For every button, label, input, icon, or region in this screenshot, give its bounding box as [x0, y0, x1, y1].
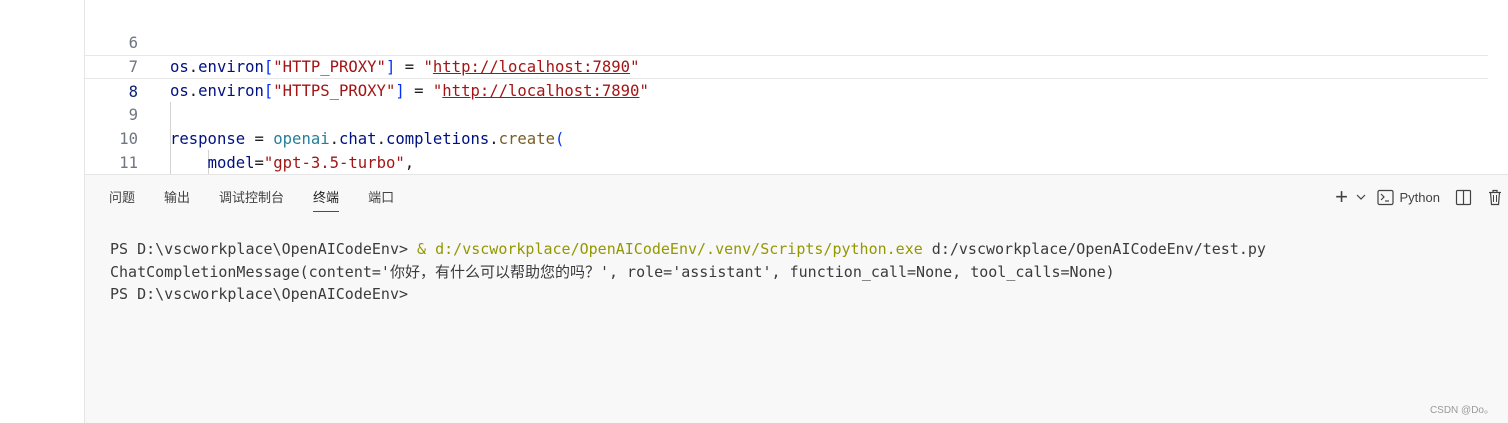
terminal-icon: [1376, 189, 1394, 205]
split-terminal-icon[interactable]: [1452, 189, 1474, 206]
code-line[interactable]: 6 os.environ["HTTP_PROXY"] = "http://loc…: [85, 7, 1488, 76]
panel-tabs: 问题 输出 调试控制台 终端 端口: [109, 189, 423, 212]
tab-output[interactable]: 输出: [164, 189, 190, 212]
code-line[interactable]: 7 os.environ["HTTPS_PROXY"] = "http://lo…: [85, 31, 1488, 100]
code-line[interactable]: 11 messages=[: [85, 127, 1488, 172]
panel-actions: + Python: [1331, 185, 1508, 209]
tab-problems[interactable]: 问题: [109, 189, 135, 212]
terminal-line: PS D:\vscworkplace\OpenAICodeEnv>: [110, 285, 409, 303]
bottom-panel: 问题 输出 调试控制台 终端 端口 + Python PS D:\vscwork…: [85, 174, 1508, 423]
tab-terminal[interactable]: 终端: [313, 189, 340, 212]
tab-ports[interactable]: 端口: [368, 189, 394, 212]
watermark: CSDN @Do。: [1429, 405, 1494, 416]
code-line[interactable]: 12 {: [85, 151, 1488, 174]
terminal-line: PS D:\vscworkplace\OpenAICodeEnv> & d:/v…: [110, 240, 1266, 258]
terminal-name: Python: [1399, 189, 1440, 205]
code-line[interactable]: 9 response = openai.chat.completions.cre…: [85, 79, 1488, 148]
chevron-down-icon[interactable]: [1353, 192, 1369, 202]
terminal-line: ChatCompletionMessage(content='你好，有什么可以帮…: [110, 262, 1115, 281]
new-terminal-plus-icon[interactable]: +: [1331, 186, 1353, 208]
trash-icon[interactable]: [1484, 189, 1506, 206]
code-line[interactable]: 10 model="gpt-3.5-turbo",: [85, 103, 1488, 172]
tab-debug-console[interactable]: 调试控制台: [219, 189, 284, 212]
sidebar-edge: [0, 0, 85, 423]
code-line-current[interactable]: 8: [85, 55, 1488, 101]
terminal-selector[interactable]: Python: [1376, 189, 1440, 206]
code-editor[interactable]: 6 os.environ["HTTP_PROXY"] = "http://loc…: [85, 0, 1508, 174]
terminal-output[interactable]: PS D:\vscworkplace\OpenAICodeEnv> & d:/v…: [110, 238, 1266, 306]
